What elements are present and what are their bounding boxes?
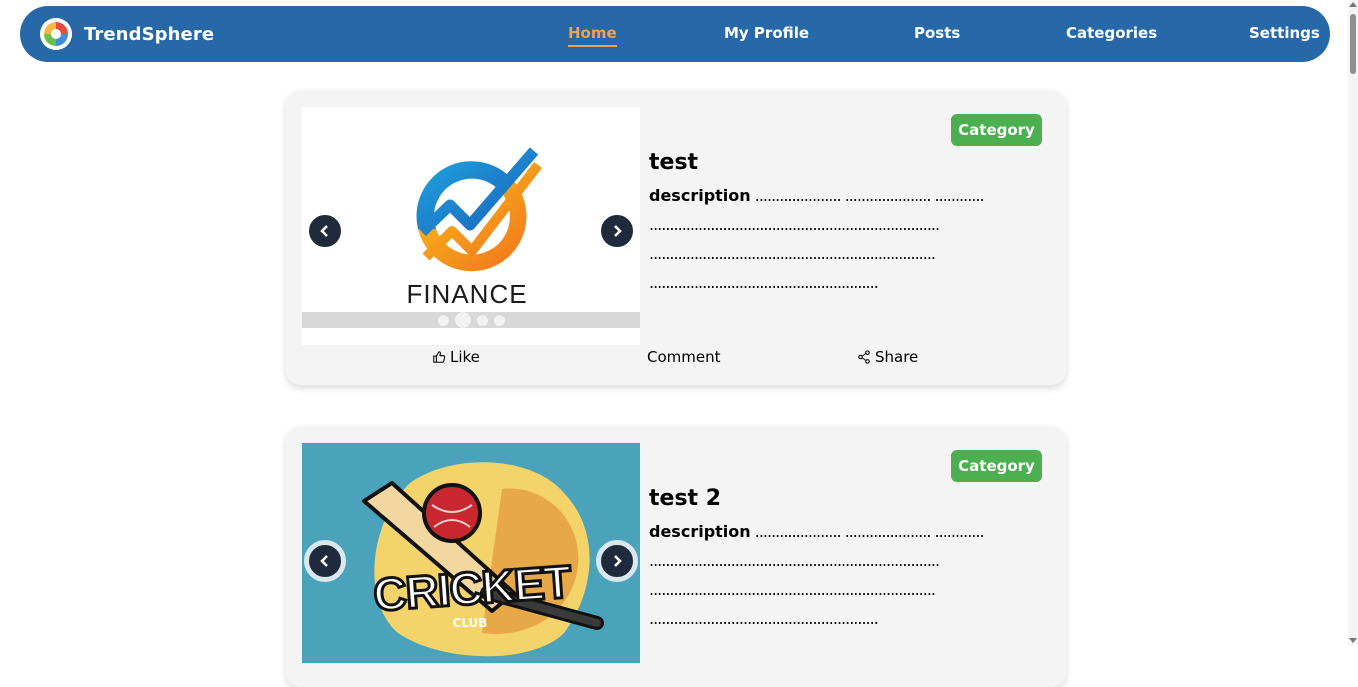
carousel-next-button[interactable] [596, 210, 638, 252]
category-badge[interactable]: Category [951, 450, 1042, 482]
post-description: description ..................... ......… [649, 181, 1009, 297]
cricket-logo-image [362, 462, 604, 657]
chevron-right-icon [614, 225, 622, 237]
description-label: description [649, 522, 751, 541]
brand[interactable]: TrendSphere [40, 18, 214, 50]
nav-posts[interactable]: Posts [914, 24, 960, 42]
post-description: description ..................... ......… [649, 517, 1009, 633]
nav-settings[interactable]: Settings [1249, 24, 1320, 42]
post-title: test 2 [649, 486, 722, 511]
carousel-indicators [302, 312, 640, 328]
carousel-dot[interactable] [493, 314, 505, 326]
post-card: FINANCE Category test description ......… [286, 91, 1066, 385]
description-text: ..................... ..................… [750, 186, 985, 205]
share-label: Share [875, 348, 919, 366]
description-text: ........................................… [649, 244, 936, 263]
share-icon [858, 350, 870, 364]
image-carousel[interactable]: FINANCE [302, 107, 640, 345]
chevron-left-icon [320, 225, 328, 237]
scroll-up-icon[interactable] [1349, 2, 1357, 7]
description-text: ..................... ..................… [750, 522, 985, 541]
description-text: ........................................… [649, 273, 879, 292]
club-label: CLUB [452, 616, 488, 630]
carousel-prev-button[interactable] [304, 210, 346, 252]
finance-caption: FINANCE [406, 279, 528, 309]
post-card: CRICKET CLUB Category test 2 description… [286, 427, 1066, 687]
share-button[interactable]: Share [857, 348, 918, 366]
trendsphere-logo-icon [40, 18, 72, 50]
description-text: ........................................… [649, 551, 940, 570]
scroll-down-icon[interactable] [1349, 638, 1357, 643]
carousel-dot-active[interactable] [454, 312, 471, 328]
post-title: test [649, 150, 699, 175]
comment-label: Comment [647, 348, 721, 366]
chevron-left-icon [320, 555, 328, 567]
carousel-dot[interactable] [476, 314, 488, 326]
nav-home[interactable]: Home [568, 24, 617, 47]
nav-my-profile[interactable]: My Profile [724, 24, 809, 42]
like-button[interactable]: Like [432, 348, 480, 366]
page-scrollbar[interactable] [1348, 0, 1358, 645]
top-navbar: TrendSphere Home My Profile Posts Catego… [20, 6, 1330, 62]
image-carousel[interactable]: CRICKET CLUB [302, 443, 640, 663]
like-label: Like [450, 348, 480, 366]
scroll-thumb[interactable] [1350, 14, 1356, 74]
description-label: description [649, 186, 751, 205]
thumbs-up-icon [433, 351, 446, 363]
description-text: ........................................… [649, 609, 879, 628]
carousel-dot[interactable] [437, 314, 449, 326]
description-text: ........................................… [649, 215, 940, 234]
post-actions: Like Comment Share [286, 348, 1066, 374]
brand-name: TrendSphere [84, 23, 215, 45]
category-badge[interactable]: Category [951, 114, 1042, 146]
chevron-right-icon [614, 555, 622, 567]
carousel-next-button[interactable] [596, 540, 638, 582]
carousel-prev-button[interactable] [304, 540, 346, 582]
nav-categories[interactable]: Categories [1066, 24, 1157, 42]
comment-button[interactable]: Comment [647, 348, 721, 366]
description-text: ........................................… [649, 580, 936, 599]
